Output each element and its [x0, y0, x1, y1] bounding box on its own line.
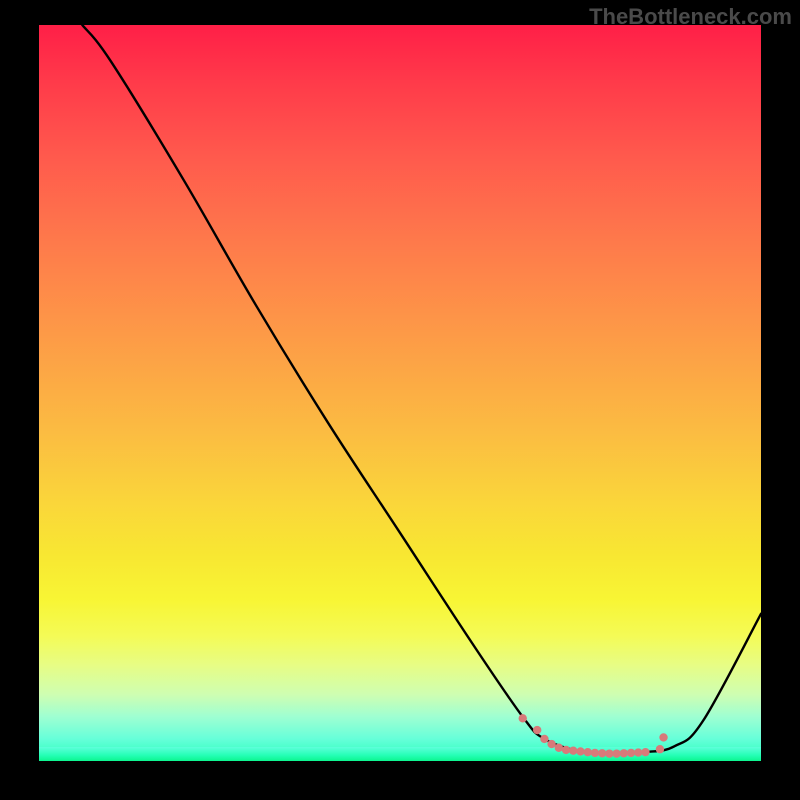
valley-marker — [659, 733, 667, 741]
valley-marker — [627, 749, 635, 757]
valley-marker — [540, 735, 548, 743]
valley-marker — [555, 744, 563, 752]
valley-marker — [562, 746, 570, 754]
valley-marker — [598, 749, 606, 757]
valley-marker — [641, 748, 649, 756]
valley-marker — [612, 749, 620, 757]
main-curve — [82, 25, 761, 754]
valley-marker — [519, 714, 527, 722]
valley-marker — [634, 748, 642, 756]
valley-marker — [576, 747, 584, 755]
valley-marker — [584, 748, 592, 756]
watermark-text: TheBottleneck.com — [589, 4, 792, 30]
valley-marker — [656, 745, 664, 753]
chart-container: TheBottleneck.com — [0, 0, 800, 800]
valley-marker — [547, 740, 555, 748]
valley-marker — [569, 746, 577, 754]
plot-area — [39, 25, 761, 761]
valley-marker — [620, 749, 628, 757]
valley-marker — [533, 726, 541, 734]
valley-marker — [591, 749, 599, 757]
valley-marker — [605, 749, 613, 757]
curve-layer — [39, 25, 761, 761]
